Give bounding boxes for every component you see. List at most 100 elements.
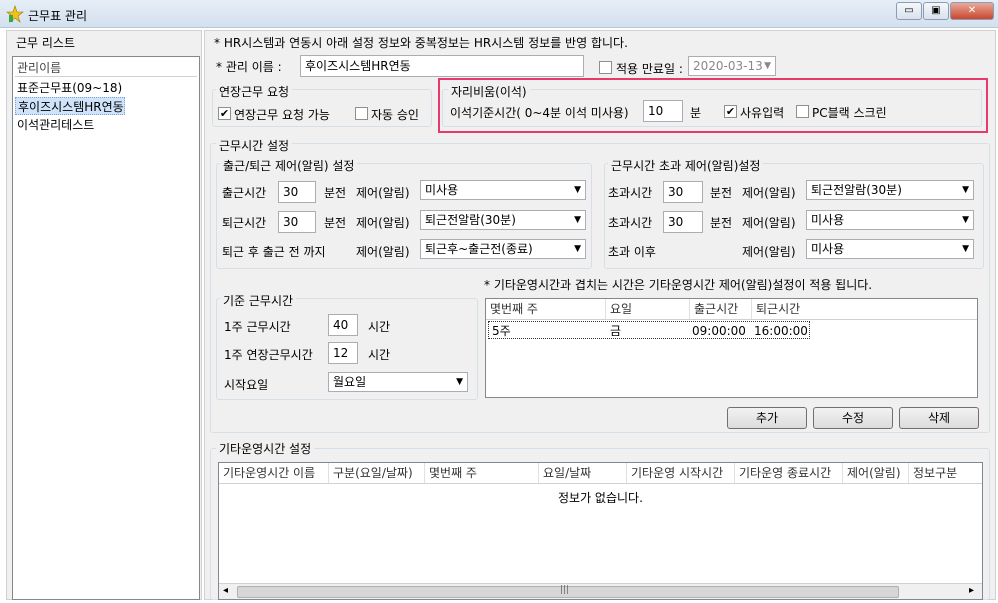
- over2-input[interactable]: 30: [663, 211, 703, 233]
- in-time-input[interactable]: 30: [278, 181, 316, 203]
- table-cell: 16:00:00: [754, 324, 808, 338]
- other-ops-title: 기타운영시간 설정: [216, 440, 315, 457]
- week-table[interactable]: 몇번째 주 요일 출근시간 퇴근시간 5주 금 09:00:00 16:00:0…: [485, 298, 978, 398]
- col-header[interactable]: 요일/날짜: [539, 463, 627, 483]
- col-header[interactable]: 기타운영 시작시간: [627, 463, 735, 483]
- list-item-selected[interactable]: 후이즈시스템HR연동: [15, 97, 125, 115]
- over2-label: 초과시간: [608, 216, 653, 230]
- in-time-unit: 분전: [324, 186, 347, 200]
- over-after-label: 초과 이후: [608, 245, 656, 259]
- overtime-request-title: 연장근무 요청: [216, 83, 293, 100]
- table-cell: 금: [610, 324, 622, 338]
- start-day-select[interactable]: 월요일 ▼: [328, 372, 468, 392]
- col-header[interactable]: 제어(알림): [843, 463, 909, 483]
- other-ops-table[interactable]: 기타운영시간 이름 구분(요일/날짜) 몇번째 주 요일/날짜 기타운영 시작시…: [218, 462, 983, 600]
- in-col-header[interactable]: 출근시간: [690, 299, 752, 319]
- over-after-ctrl-value: 미사용: [811, 242, 845, 256]
- overtime-ctrl-title: 근무시간 초과 제어(알림)설정: [608, 157, 764, 174]
- in-time-label: 출근시간: [222, 186, 267, 200]
- after-out-ctrl-label: 제어(알림): [356, 245, 410, 259]
- over1-label: 초과시간: [608, 186, 653, 200]
- out-time-label: 퇴근시간: [222, 216, 267, 230]
- work-list-box[interactable]: 관리이름 표준근무표(09~18) 후이즈시스템HR연동 이석관리테스트: [12, 56, 200, 600]
- ext-hours-label: 1주 연장근무시간: [224, 348, 313, 362]
- auto-approve-checkbox[interactable]: [355, 107, 368, 120]
- work-list-title: 근무 리스트: [16, 36, 76, 50]
- in-ctrl-select[interactable]: 미사용 ▼: [420, 180, 586, 200]
- col-header[interactable]: 정보구분: [909, 463, 982, 483]
- overtime-allow-label: 연장근무 요청 가능: [234, 108, 330, 122]
- over-after-ctrl-label: 제어(알림): [742, 245, 796, 259]
- chevron-down-icon: ▼: [456, 377, 463, 387]
- management-name-input[interactable]: 후이즈시스템HR연동: [300, 55, 584, 77]
- management-name-label: * 관리 이름 :: [216, 60, 282, 74]
- col-header[interactable]: 구분(요일/날짜): [329, 463, 425, 483]
- weekly-hours-label: 1주 근무시간: [224, 320, 291, 334]
- auto-approve-label: 자동 승인: [371, 108, 419, 122]
- day-col-header[interactable]: 요일: [606, 299, 690, 319]
- over1-ctrl-value: 퇴근전알람(30분): [811, 183, 902, 197]
- week-col-header[interactable]: 몇번째 주: [486, 299, 606, 319]
- add-button[interactable]: 추가: [727, 407, 807, 429]
- start-day-label: 시작요일: [224, 378, 269, 392]
- over2-ctrl-label: 제어(알림): [742, 216, 796, 230]
- over2-ctrl-select[interactable]: 미사용 ▼: [806, 210, 974, 230]
- expire-checkbox[interactable]: [599, 61, 612, 74]
- list-item[interactable]: 표준근무표(09~18): [15, 79, 122, 97]
- overtime-allow-checkbox[interactable]: ✔: [218, 107, 231, 120]
- maximize-button[interactable]: ▣: [923, 2, 949, 20]
- ext-hours-unit: 시간: [368, 348, 391, 362]
- standard-title: 기준 근무시간: [220, 292, 297, 309]
- after-out-label: 퇴근 후 출근 전 까지: [222, 245, 326, 259]
- weekly-hours-input[interactable]: 40: [328, 314, 358, 336]
- weekly-hours-unit: 시간: [368, 320, 391, 334]
- scroll-left-icon[interactable]: ◂: [223, 585, 228, 596]
- highlight-box: [438, 78, 988, 133]
- title-bar: 근무표 관리 ▭ ▣ ✕: [0, 0, 998, 28]
- app-icon: [6, 5, 24, 23]
- after-out-ctrl-select[interactable]: 퇴근후~출근전(종료) ▼: [420, 239, 586, 259]
- chevron-down-icon: ▼: [962, 215, 969, 225]
- start-day-value: 월요일: [333, 375, 367, 389]
- out-ctrl-value: 퇴근전알람(30분): [425, 213, 516, 227]
- chevron-down-icon: ▼: [574, 244, 581, 254]
- close-button[interactable]: ✕: [950, 2, 994, 20]
- over2-unit: 분전: [710, 216, 733, 230]
- over1-ctrl-label: 제어(알림): [742, 186, 796, 200]
- horizontal-scrollbar[interactable]: ◂ ||| ▸: [219, 583, 982, 599]
- scroll-thumb[interactable]: |||: [237, 585, 899, 598]
- empty-message: 정보가 없습니다.: [558, 491, 643, 505]
- in-ctrl-value: 미사용: [425, 183, 459, 197]
- scroll-right-icon[interactable]: ▸: [969, 585, 974, 596]
- commute-title: 출근/퇴근 제어(알림) 설정: [220, 157, 358, 174]
- over1-ctrl-select[interactable]: 퇴근전알람(30분) ▼: [806, 180, 974, 200]
- out-col-header[interactable]: 퇴근시간: [752, 299, 977, 319]
- chevron-down-icon: ▼: [962, 244, 969, 254]
- chevron-down-icon: ▼: [574, 185, 581, 195]
- table-cell: 09:00:00: [692, 324, 746, 338]
- expire-date-picker[interactable]: 2020-03-13 ▼: [688, 56, 776, 76]
- list-item[interactable]: 이석관리테스트: [15, 116, 94, 134]
- chevron-down-icon: ▼: [574, 215, 581, 225]
- over-after-ctrl-select[interactable]: 미사용 ▼: [806, 239, 974, 259]
- delete-button[interactable]: 삭제: [899, 407, 979, 429]
- over1-unit: 분전: [710, 186, 733, 200]
- worktime-title: 근무시간 설정: [216, 137, 293, 154]
- col-header[interactable]: 몇번째 주: [425, 463, 539, 483]
- minimize-button[interactable]: ▭: [896, 2, 922, 20]
- out-ctrl-select[interactable]: 퇴근전알람(30분) ▼: [420, 210, 586, 230]
- chevron-down-icon: ▼: [962, 185, 969, 195]
- col-header[interactable]: 기타운영 종료시간: [735, 463, 843, 483]
- edit-button[interactable]: 수정: [813, 407, 893, 429]
- col-header[interactable]: 기타운영시간 이름: [219, 463, 329, 483]
- out-time-input[interactable]: 30: [278, 211, 316, 233]
- in-ctrl-label: 제어(알림): [356, 186, 410, 200]
- over1-input[interactable]: 30: [663, 181, 703, 203]
- out-time-unit: 분전: [324, 216, 347, 230]
- ext-hours-input[interactable]: 12: [328, 342, 358, 364]
- table-row[interactable]: 5주 금 09:00:00 16:00:00: [488, 321, 810, 339]
- notice-text: * HR시스템과 연동시 아래 설정 정보와 중복정보는 HR시스템 정보를 반…: [214, 36, 628, 50]
- list-header[interactable]: 관리이름: [15, 59, 197, 77]
- header-divider: [219, 483, 982, 484]
- window-title: 근무표 관리: [28, 9, 88, 23]
